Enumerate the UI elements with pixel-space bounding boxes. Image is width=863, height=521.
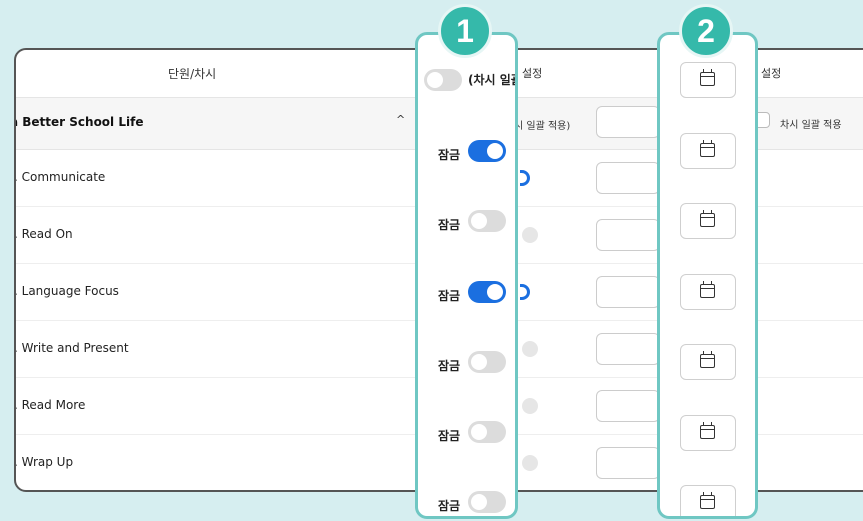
lock-label: 잠금 [438, 359, 461, 373]
lock-label: 잠금 [438, 148, 461, 162]
callout-badge-2: 2 [679, 4, 733, 58]
lock-toggle[interactable] [468, 281, 506, 303]
calendar-icon [700, 210, 715, 227]
lock-toggle-partial[interactable] [522, 341, 538, 357]
lock-label: 잠금 [438, 289, 461, 303]
toggle-knob [471, 354, 487, 370]
date-input[interactable] [596, 276, 660, 308]
apply-all-toggle-label: (차시 일괄 [468, 73, 518, 87]
toggle-knob [471, 424, 487, 440]
lesson-name: . Read On [14, 227, 73, 241]
toggle-knob [487, 143, 503, 159]
lock-toggle-partial[interactable] [520, 170, 530, 186]
apply-all-lock-toggle[interactable] [424, 69, 462, 91]
date-input[interactable] [596, 106, 660, 138]
calendar-icon [700, 351, 715, 368]
date-input[interactable] [596, 390, 660, 422]
lock-toggle[interactable] [468, 210, 506, 232]
column-header-unit-lesson: 단원/차시 [168, 67, 217, 81]
apply-all-label-1: 시 일괄 적용) [514, 121, 571, 132]
column-header-setting-2: 설정 [761, 67, 782, 80]
lock-toggle[interactable] [468, 140, 506, 162]
date-picker-button[interactable] [680, 133, 736, 169]
callout-badge-1: 1 [438, 4, 492, 58]
date-input[interactable] [596, 333, 660, 365]
toggle-knob [471, 213, 487, 229]
date-picker-button[interactable] [680, 62, 736, 98]
date-input[interactable] [596, 447, 660, 479]
lock-toggle-partial[interactable] [522, 398, 538, 414]
calendar-icon [700, 140, 715, 157]
lock-toggle[interactable] [468, 491, 506, 513]
column-header-setting-1: 설정 [522, 67, 543, 80]
lock-toggle-partial[interactable] [520, 284, 530, 300]
apply-all-label-2: 차시 일괄 적용 [780, 120, 842, 131]
calendar-icon [700, 422, 715, 439]
lock-label: 잠금 [438, 218, 461, 232]
lock-label: 잠금 [438, 499, 461, 513]
lock-column-highlight: (차시 일괄 잠금 잠금 잠금 잠금 잠금 잠금 [415, 32, 518, 519]
toggle-knob [427, 72, 443, 88]
toggle-knob [487, 284, 503, 300]
toggle-knob [471, 494, 487, 510]
date-picker-button[interactable] [680, 344, 736, 380]
date-picker-button[interactable] [680, 415, 736, 451]
date-input[interactable] [596, 162, 660, 194]
lock-toggle[interactable] [468, 351, 506, 373]
lesson-name: . Wrap Up [14, 455, 74, 469]
chevron-up-icon[interactable]: ^ [396, 113, 405, 126]
calendar-icon [700, 69, 715, 86]
calendar-icon [700, 281, 715, 298]
lock-label: 잠금 [438, 429, 461, 443]
lock-toggle[interactable] [468, 421, 506, 443]
date-picker-button[interactable] [680, 274, 736, 310]
lock-toggle-partial[interactable] [522, 227, 538, 243]
date-picker-button[interactable] [680, 203, 736, 239]
date-picker-button[interactable] [680, 485, 736, 516]
date-input[interactable] [596, 219, 660, 251]
lock-toggle-partial[interactable] [522, 455, 538, 471]
lesson-name: . Language Focus [14, 284, 119, 298]
lesson-name: . Communicate [14, 170, 106, 184]
lesson-name: . Write and Present [14, 341, 129, 355]
date-column-highlight [657, 32, 758, 519]
unit-title: a Better School Life [14, 115, 144, 129]
calendar-icon [700, 492, 715, 509]
lesson-name: . Read More [14, 398, 86, 412]
